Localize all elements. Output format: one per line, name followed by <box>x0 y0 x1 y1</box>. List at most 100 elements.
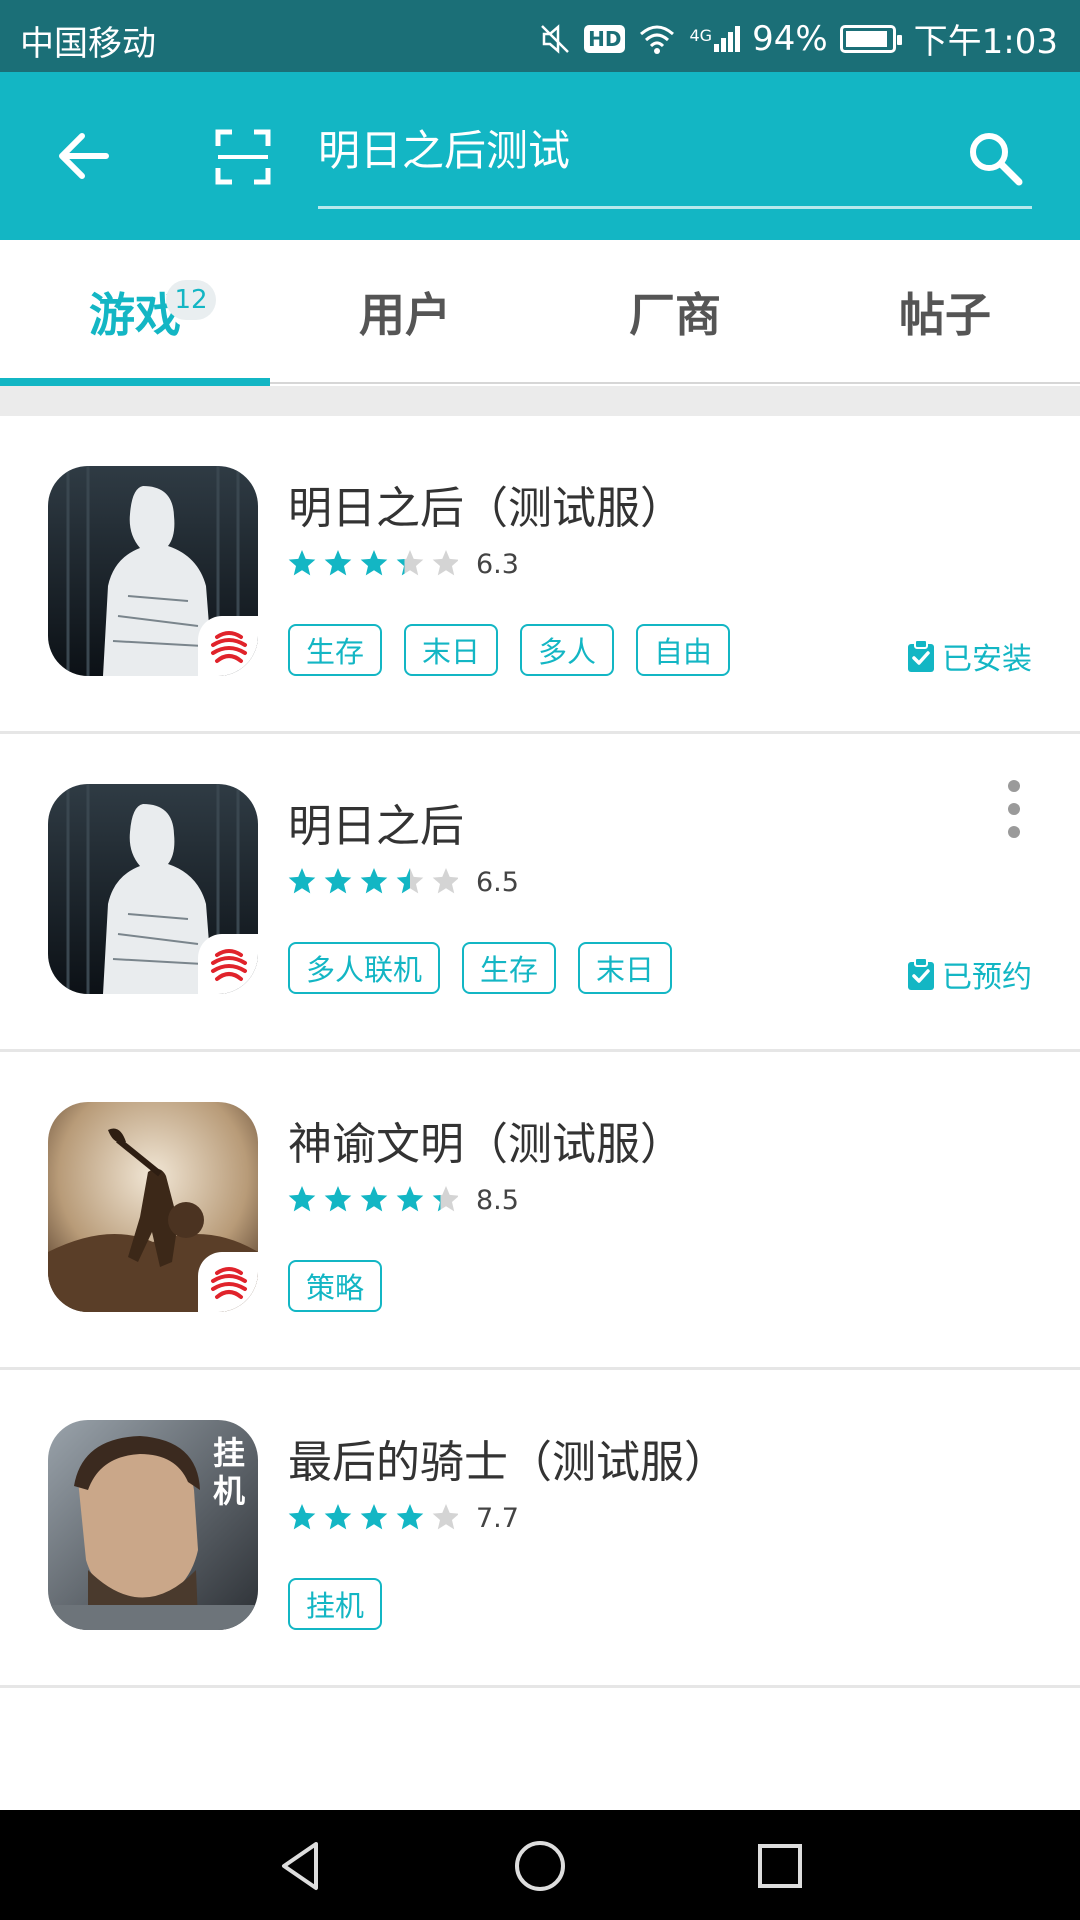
back-arrow-icon[interactable] <box>52 124 116 188</box>
active-tab-indicator <box>0 378 270 386</box>
status-icons: HD 4G 94% 下午1:03 <box>538 14 1058 63</box>
star-icon <box>288 1186 316 1212</box>
star-icon <box>360 868 388 894</box>
star-icon <box>324 550 352 576</box>
clipboard-check-icon <box>908 957 934 990</box>
clock: 下午1:03 <box>913 22 1058 62</box>
hd-icon: HD <box>584 24 626 53</box>
search-icon[interactable] <box>965 128 1025 188</box>
tag-list: 生存 末日 多人 自由 <box>288 624 731 676</box>
game-status: 已预约 <box>906 952 1032 996</box>
game-list-item[interactable]: 明日之后 6.5 多人联机 生存 末日 已预约 <box>0 734 1080 1052</box>
star-icon <box>288 868 316 894</box>
signal-icon: 4G <box>689 25 741 52</box>
status-bar: 中国移动 HD 4G 94% 下午1:03 <box>0 0 1080 72</box>
knight-portrait-icon[interactable]: 挂机 <box>48 1420 258 1630</box>
tab-label: 厂商 <box>629 288 721 342</box>
game-tag[interactable]: 末日 <box>404 624 499 676</box>
game-tag[interactable]: 末日 <box>578 942 673 994</box>
tab-vendors[interactable]: 厂商 <box>540 240 810 384</box>
publisher-logo-icon <box>198 616 258 676</box>
tab-posts[interactable]: 帖子 <box>810 240 1080 384</box>
tab-label: 帖子 <box>899 288 991 342</box>
star-icon <box>360 1186 388 1212</box>
battery-percent: 94% <box>752 18 828 59</box>
game-tag[interactable]: 策略 <box>288 1260 383 1312</box>
star-rating-icon <box>288 550 458 576</box>
game-tag[interactable]: 生存 <box>462 942 557 994</box>
tab-games[interactable]: 游戏 12 <box>0 240 270 386</box>
nav-back-icon[interactable] <box>270 1836 330 1896</box>
scan-icon[interactable] <box>214 128 272 186</box>
rating-row: 7.7 <box>288 1500 519 1536</box>
nav-home-icon[interactable] <box>510 1836 570 1896</box>
publisher-logo-icon <box>198 934 258 994</box>
section-divider <box>0 386 1080 416</box>
tag-list: 挂机 <box>288 1578 383 1630</box>
star-icon <box>432 550 458 576</box>
tab-users[interactable]: 用户 <box>270 240 540 384</box>
tag-list: 策略 <box>288 1260 383 1312</box>
rating-score: 7.7 <box>476 1502 519 1534</box>
rating-row: 6.3 <box>288 546 519 582</box>
mute-icon <box>541 23 570 54</box>
status-label: 已预约 <box>942 960 1032 995</box>
game-title[interactable]: 神谕文明（测试服） <box>288 1108 684 1172</box>
battery-level <box>845 30 887 47</box>
game-tag[interactable]: 多人联机 <box>288 942 441 994</box>
game-list-item[interactable]: 挂机 最后的骑士（测试服） 7.7 挂机 <box>0 1370 1080 1688</box>
count-badge: 12 <box>166 280 216 320</box>
carrier-name: 中国移动 <box>20 24 156 64</box>
star-icon <box>396 1504 424 1530</box>
search-header <box>0 72 1080 240</box>
star-icon <box>324 868 352 894</box>
game-tag[interactable]: 多人 <box>520 624 615 676</box>
game-title[interactable]: 明日之后（测试服） <box>288 472 684 536</box>
clipboard-check-icon <box>908 639 934 672</box>
star-icon <box>432 868 458 894</box>
network-type: 4G <box>689 25 713 45</box>
star-icon <box>288 550 316 576</box>
star-icon <box>324 1186 352 1212</box>
rating-row: 6.5 <box>288 864 519 900</box>
rating-score: 8.5 <box>476 1184 519 1216</box>
wifi-icon <box>640 25 675 54</box>
star-icon <box>396 1186 424 1212</box>
star-icon <box>360 550 388 576</box>
silhouette-forest-icon[interactable] <box>48 784 258 994</box>
game-list-item[interactable]: 神谕文明（测试服） 8.5 策略 <box>0 1052 1080 1370</box>
game-title[interactable]: 最后的骑士（测试服） <box>288 1426 728 1490</box>
nav-recents-icon[interactable] <box>750 1836 810 1896</box>
game-status: 已安装 <box>906 634 1032 678</box>
tab-bar: 游戏 12 用户 厂商 帖子 <box>0 240 1080 386</box>
star-icon <box>432 1504 458 1530</box>
battery-icon <box>839 24 902 53</box>
more-options-icon[interactable] <box>996 774 1032 844</box>
star-rating-icon <box>288 868 458 894</box>
navigation-bar <box>0 1810 1080 1920</box>
tab-label: 用户 <box>359 288 451 342</box>
star-rating-icon <box>288 1186 458 1212</box>
star-icon <box>360 1504 388 1530</box>
game-list-item[interactable]: 明日之后（测试服） 6.3 生存 末日 多人 自由 已安装 <box>0 416 1080 734</box>
game-tag[interactable]: 生存 <box>288 624 383 676</box>
rating-score: 6.3 <box>476 548 519 580</box>
rating-score: 6.5 <box>476 866 519 898</box>
star-icon <box>288 1504 316 1530</box>
game-title[interactable]: 明日之后 <box>288 790 464 854</box>
tag-list: 多人联机 生存 末日 <box>288 942 673 994</box>
star-icon <box>432 1186 458 1212</box>
warrior-battle-icon[interactable] <box>48 1102 258 1312</box>
star-rating-icon <box>288 1504 458 1530</box>
status-label: 已安装 <box>942 642 1032 677</box>
game-tag[interactable]: 挂机 <box>288 1578 383 1630</box>
publisher-logo-icon <box>198 1252 258 1312</box>
rating-row: 8.5 <box>288 1182 519 1218</box>
silhouette-forest-icon[interactable] <box>48 466 258 676</box>
game-tag[interactable]: 自由 <box>636 624 731 676</box>
star-icon <box>396 550 424 576</box>
star-icon <box>396 868 424 894</box>
game-list: 明日之后（测试服） 6.3 生存 末日 多人 自由 已安装 明日之后 6.5 多人联机 生存 末日 已预… <box>0 416 1080 1688</box>
search-input[interactable] <box>318 112 1032 182</box>
icon-caption: 挂机 <box>212 1434 245 1510</box>
